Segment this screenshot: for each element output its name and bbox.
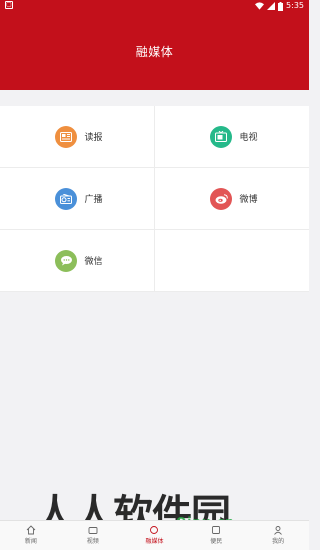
service-icon	[212, 526, 221, 534]
app-header: 融媒体	[0, 12, 309, 90]
status-time: 5:35	[286, 1, 304, 10]
grid-item-label: 电视	[239, 133, 258, 143]
status-icons: 5:35	[255, 1, 304, 11]
radio-icon	[55, 187, 78, 210]
newspaper-icon	[55, 125, 78, 148]
grid-item-label: 微信	[84, 257, 103, 267]
grid-item-wechat[interactable]: 微信	[0, 230, 154, 291]
grid-item-empty	[154, 230, 309, 291]
grid-row: 微信	[0, 230, 309, 292]
media-grid: 读报 电视 广播 微博 微信	[0, 106, 309, 292]
tab-news[interactable]: 新闻	[0, 521, 62, 550]
status-bar: ▢ 5:35	[0, 0, 309, 12]
media-icon	[150, 526, 159, 534]
grid-item-label: 微博	[239, 195, 258, 205]
wechat-icon	[55, 249, 78, 272]
tab-label: 融媒体	[145, 538, 164, 545]
grid-item-read-paper[interactable]: 读报	[0, 106, 154, 167]
tab-label: 我的	[272, 538, 285, 545]
grid-item-radio[interactable]: 广播	[0, 168, 154, 229]
grid-item-tv[interactable]: 电视	[154, 106, 309, 167]
tab-label: 视频	[86, 538, 99, 545]
home-icon	[26, 525, 36, 535]
profile-icon	[274, 526, 282, 535]
grid-item-weibo[interactable]: 微博	[154, 168, 309, 229]
grid-row: 读报 电视	[0, 106, 309, 168]
tab-label: 新闻	[24, 538, 37, 545]
tab-media[interactable]: 融媒体	[124, 521, 186, 550]
battery-icon	[278, 1, 284, 11]
notification-icon: ▢	[5, 1, 13, 9]
bottom-tab-bar: 新闻 视频 融媒体 便民 我的	[0, 520, 309, 550]
grid-item-label: 读报	[84, 133, 103, 143]
tab-service[interactable]: 便民	[185, 521, 247, 550]
tab-profile[interactable]: 我的	[247, 521, 309, 550]
tab-label: 便民	[210, 538, 223, 545]
video-icon	[88, 527, 98, 534]
weibo-icon	[210, 187, 233, 210]
grid-item-label: 广播	[84, 195, 103, 205]
tab-video[interactable]: 视频	[62, 521, 124, 550]
signal-icon	[267, 2, 276, 10]
grid-row: 广播 微博	[0, 168, 309, 230]
tv-icon	[210, 125, 233, 148]
page-title: 融媒体	[135, 45, 174, 59]
wifi-icon	[255, 2, 265, 10]
